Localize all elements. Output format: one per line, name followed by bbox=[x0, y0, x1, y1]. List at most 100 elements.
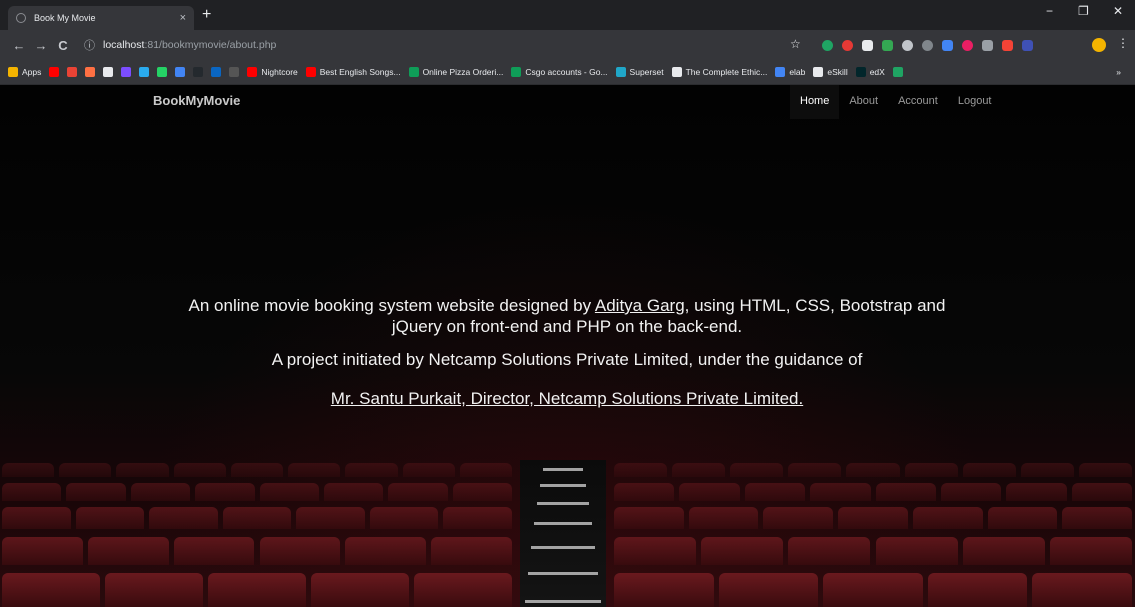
bookmark-eskill[interactable]: eSkill bbox=[813, 67, 848, 77]
nav-home[interactable]: Home bbox=[790, 85, 840, 119]
bookmark-icon-only[interactable] bbox=[49, 67, 60, 77]
seat bbox=[414, 573, 512, 607]
extension-icon[interactable] bbox=[962, 39, 973, 51]
bookmark-icon-only[interactable] bbox=[211, 67, 222, 77]
seat bbox=[66, 483, 126, 501]
seat bbox=[962, 537, 1045, 565]
seat bbox=[59, 463, 112, 477]
bookmark-nightcore[interactable]: Nightcore bbox=[247, 67, 298, 77]
bookmark-favicon-icon bbox=[855, 67, 866, 77]
seat bbox=[388, 483, 448, 501]
seat bbox=[614, 507, 684, 529]
extension-icon[interactable] bbox=[942, 39, 953, 51]
extensions bbox=[822, 38, 1033, 52]
new-tab-button[interactable]: + bbox=[202, 6, 211, 24]
bookmark-label: Online Pizza Orderi... bbox=[422, 67, 504, 77]
bookmarks-overflow-icon[interactable]: » bbox=[1116, 67, 1135, 77]
bookmark-online-pizza-orderi[interactable]: Online Pizza Orderi... bbox=[408, 67, 504, 77]
nav-account[interactable]: Account bbox=[888, 85, 948, 119]
bookmark-csgo-accounts-go[interactable]: Csgo accounts - Go... bbox=[511, 67, 608, 77]
grammarly-icon[interactable] bbox=[922, 39, 933, 51]
bookmark-favicon-icon bbox=[85, 67, 96, 77]
close-tab-icon[interactable]: × bbox=[180, 12, 186, 24]
profile-avatar[interactable] bbox=[1092, 38, 1106, 52]
seat bbox=[810, 483, 871, 501]
bookmark-the-complete-ethic[interactable]: The Complete Ethic... bbox=[671, 67, 768, 77]
bookmark-favicon-icon bbox=[511, 67, 522, 77]
site-navbar: BookMyMovie Home About Account Logout bbox=[0, 85, 1135, 119]
bookmark-label: eSkill bbox=[827, 67, 848, 77]
forward-icon[interactable]: → bbox=[30, 38, 52, 53]
extension-icon[interactable] bbox=[982, 39, 993, 51]
window-close-icon[interactable]: ✕ bbox=[1113, 4, 1123, 18]
site-brand[interactable]: BookMyMovie bbox=[153, 93, 240, 108]
bookmark-icon-only[interactable] bbox=[157, 67, 168, 77]
seat bbox=[823, 573, 923, 607]
director-link[interactable]: Mr. Santu Purkait, Director, Netcamp Sol… bbox=[331, 389, 803, 408]
seat bbox=[323, 483, 384, 501]
bookmark-label: Nightcore bbox=[261, 67, 298, 77]
extension-icon[interactable] bbox=[822, 39, 833, 51]
seat bbox=[744, 483, 806, 501]
bookmark-favicon-icon bbox=[49, 67, 60, 77]
seat bbox=[614, 537, 697, 565]
ublock-icon[interactable] bbox=[842, 39, 853, 51]
bookmark-icon-only[interactable] bbox=[892, 67, 903, 77]
bookmark-best-english-songs[interactable]: Best English Songs... bbox=[305, 67, 401, 77]
seat bbox=[130, 483, 191, 501]
extension-icon[interactable] bbox=[862, 39, 873, 51]
theater-stairs bbox=[520, 460, 606, 607]
extension-icon[interactable] bbox=[882, 39, 893, 51]
seat bbox=[259, 483, 319, 501]
nav-logout[interactable]: Logout bbox=[948, 85, 1002, 119]
bookmark-apps[interactable]: Apps bbox=[8, 67, 41, 77]
back-icon[interactable]: ← bbox=[8, 38, 30, 53]
seat bbox=[2, 573, 100, 607]
menu-icon[interactable]: ⋮ bbox=[1117, 36, 1129, 50]
address-bar[interactable]: ⓘ localhost :81/bookmymovie/about.php bbox=[84, 34, 784, 56]
bookmark-label: Superset bbox=[629, 67, 664, 77]
info-icon[interactable]: ⓘ bbox=[84, 37, 95, 53]
bookmark-favicon-icon bbox=[8, 67, 18, 77]
bookmark-favicon-icon bbox=[211, 67, 222, 77]
bookmark-icon-only[interactable] bbox=[67, 67, 78, 77]
bookmark-star-icon[interactable]: ☆ bbox=[790, 37, 801, 51]
extension-icon[interactable] bbox=[902, 39, 913, 51]
seat bbox=[672, 463, 726, 477]
nav-about[interactable]: About bbox=[839, 85, 888, 119]
author-link[interactable]: Aditya Garg bbox=[595, 296, 685, 315]
seat bbox=[875, 537, 958, 565]
bookmark-superset[interactable]: Superset bbox=[615, 67, 664, 77]
seat bbox=[2, 507, 71, 529]
bookmark-icon-only[interactable] bbox=[121, 67, 132, 77]
browser-tab[interactable]: Book My Movie × bbox=[8, 6, 194, 30]
bookmark-favicon-icon bbox=[157, 67, 168, 77]
seat bbox=[173, 463, 226, 477]
seat bbox=[688, 507, 759, 529]
bookmark-icon-only[interactable] bbox=[85, 67, 96, 77]
seat bbox=[208, 573, 306, 607]
bookmark-label: The Complete Ethic... bbox=[685, 67, 768, 77]
seat bbox=[927, 573, 1028, 607]
extension-icon[interactable] bbox=[1022, 39, 1033, 51]
maximize-icon[interactable]: ❐ bbox=[1078, 4, 1089, 18]
reload-icon[interactable]: C bbox=[52, 38, 74, 53]
extension-icon[interactable] bbox=[1002, 39, 1013, 51]
bookmark-icon-only[interactable] bbox=[229, 67, 240, 77]
seat bbox=[1071, 483, 1132, 501]
bookmark-icon-only[interactable] bbox=[139, 67, 150, 77]
minimize-icon[interactable]: − bbox=[1046, 4, 1053, 18]
seat bbox=[173, 537, 255, 565]
bookmark-icon-only[interactable] bbox=[175, 67, 186, 77]
bookmark-elab[interactable]: elab bbox=[775, 67, 805, 77]
seat bbox=[730, 463, 784, 477]
bookmark-icon-only[interactable] bbox=[103, 67, 114, 77]
bookmark-edx[interactable]: edX bbox=[855, 67, 885, 77]
bookmark-favicon-icon bbox=[247, 67, 258, 77]
seat bbox=[1078, 463, 1132, 477]
seat bbox=[296, 507, 365, 529]
bookmark-favicon-icon bbox=[408, 67, 419, 77]
seat bbox=[2, 463, 55, 477]
seat bbox=[2, 537, 83, 565]
bookmark-icon-only[interactable] bbox=[193, 67, 204, 77]
